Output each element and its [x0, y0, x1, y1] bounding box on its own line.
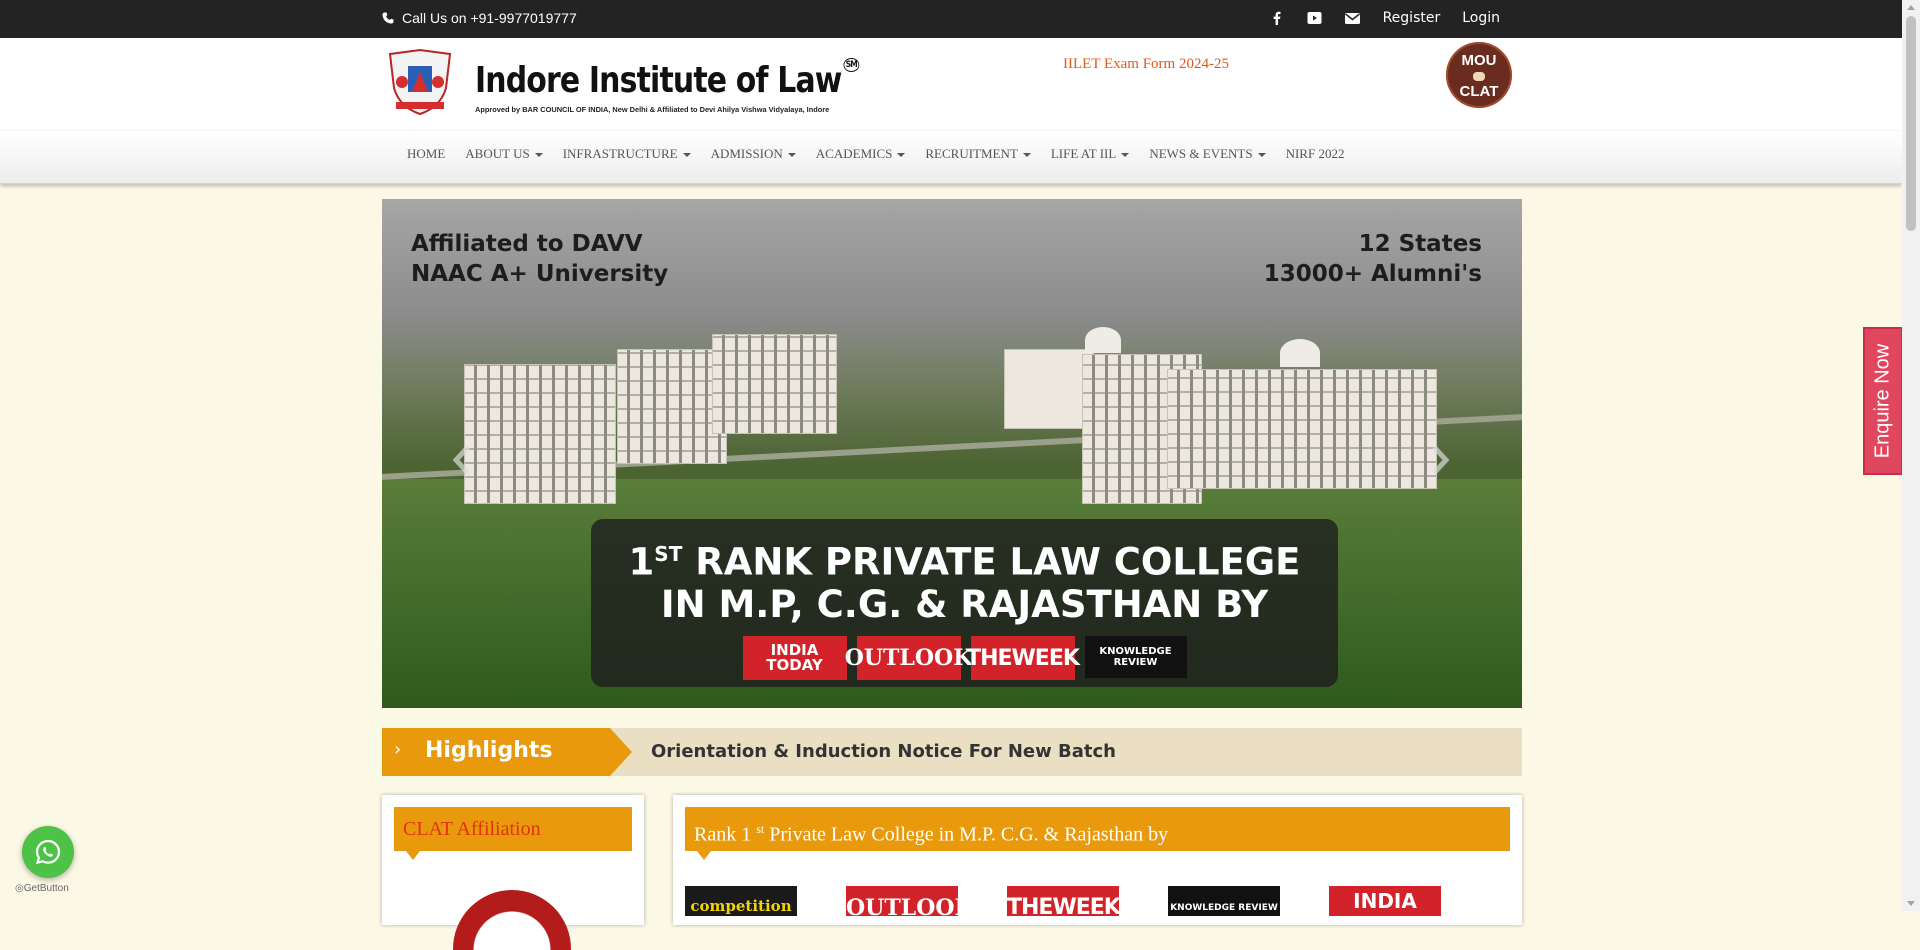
caret-down-icon — [1022, 153, 1031, 158]
exam-form-link[interactable]: IILET Exam Form 2024-25 — [1063, 56, 1229, 73]
envelope-icon[interactable] — [1345, 10, 1361, 26]
slider-prev-button[interactable] — [450, 444, 472, 485]
campus-building — [617, 349, 727, 464]
rank-panel: Rank 1 st Private Law College in M.P. C.… — [673, 795, 1522, 925]
rank-panel-title: Rank 1 st Private Law College in M.P. C.… — [685, 807, 1510, 860]
caret-down-icon — [1257, 153, 1266, 158]
top-bar: Call Us on +91-9977019777 Register Login — [0, 0, 1902, 38]
chevron-left-icon — [452, 445, 470, 475]
slider-next-button[interactable] — [1430, 444, 1452, 485]
nav-home[interactable]: HOME — [407, 146, 445, 162]
mou-clat-badge[interactable]: MOU CLAT — [1446, 42, 1512, 108]
institute-emblem-icon — [388, 48, 452, 116]
main-navigation: HOME ABOUT US INFRASTRUCTURE ADMISSION A… — [0, 131, 1902, 184]
slider-left-line1: Affiliated to DAVV — [411, 231, 643, 257]
register-link[interactable]: Register — [1383, 10, 1441, 26]
institute-subtitle: Approved by BAR COUNCIL OF INDIA, New De… — [475, 105, 830, 114]
hero-slider[interactable]: Affiliated to DAVV NAAC A+ University 12… — [382, 199, 1522, 708]
campus-dome — [1085, 327, 1121, 353]
phone-contact[interactable]: Call Us on +91-9977019777 — [382, 10, 577, 26]
caret-down-icon — [787, 153, 796, 158]
theweek-logo[interactable]: THEWEEK — [1007, 886, 1119, 916]
site-header: Indore Institute of Law SM Approved by BA… — [0, 38, 1902, 131]
slider-affiliation-text: Affiliated to DAVV NAAC A+ University — [411, 229, 668, 289]
slider-left-line2: NAAC A+ University — [411, 261, 669, 287]
login-link[interactable]: Login — [1462, 10, 1500, 26]
nav-infrastructure[interactable]: INFRASTRUCTURE — [563, 146, 691, 162]
site-logo[interactable]: Indore Institute of Law SM Approved by BA… — [382, 46, 860, 122]
campus-building — [464, 364, 616, 504]
india-today-logo[interactable]: INDIA TODAY — [1329, 886, 1441, 916]
highlights-notice-link[interactable]: Orientation & Induction Notice For New B… — [651, 741, 1116, 762]
highlights-tag: › Highlights — [382, 728, 632, 776]
knowledge-review-logo: KNOWLEDGE REVIEW — [1084, 636, 1187, 679]
nav-life-at-iil[interactable]: LIFE AT IIL — [1051, 146, 1130, 162]
youtube-icon[interactable] — [1307, 10, 1323, 26]
slider-right-line1: 12 States — [1358, 231, 1482, 257]
scrollbar-thumb[interactable] — [1906, 16, 1916, 231]
getbutton-logo-icon: ◎ — [15, 883, 24, 894]
nav-academics[interactable]: ACADEMICS — [816, 146, 906, 162]
caret-down-icon — [682, 153, 691, 158]
knowledge-review-logo[interactable]: KNOWLEDGE REVIEW — [1168, 886, 1280, 916]
slider-right-line2: 13000+ Alumni's — [1263, 261, 1482, 287]
campus-dome — [1280, 339, 1320, 367]
page-scrollbar[interactable] — [1902, 0, 1920, 911]
caret-down-icon — [1121, 153, 1130, 158]
nav-admission[interactable]: ADMISSION — [711, 146, 796, 162]
clat-affiliation-title: CLAT Affiliation — [394, 807, 632, 860]
caret-down-icon — [534, 153, 543, 158]
rank-banner-line2: IN M.P, C.G. & RAJASTHAN BY — [660, 583, 1269, 627]
chevron-right-icon — [1432, 445, 1450, 475]
handshake-icon — [1473, 72, 1485, 81]
clat-affiliation-panel: CLAT Affiliation — [382, 795, 644, 950]
publication-logos: INDIA TODAY OUTLOOK THEWEEK KNOWLEDGE REV… — [591, 636, 1338, 681]
scroll-down-arrow-icon[interactable] — [1907, 901, 1915, 906]
rank-banner: 1ST RANK PRIVATE LAW COLLEGE IN M.P, C.G… — [591, 519, 1338, 687]
logo-registered-mark: SM — [843, 58, 860, 72]
phone-icon — [382, 12, 394, 24]
campus-building — [1004, 349, 1094, 429]
chevron-right-icon: › — [394, 739, 402, 760]
slider-alumni-text: 12 States 13000+ Alumni's — [1264, 229, 1482, 289]
top-links: Register Login — [1269, 10, 1500, 26]
caret-down-icon — [897, 153, 906, 158]
highlights-label: Highlights — [425, 738, 553, 763]
india-today-logo: INDIA TODAY — [742, 636, 847, 681]
whatsapp-button[interactable] — [22, 826, 74, 878]
rank-banner-line1: 1ST RANK PRIVATE LAW COLLEGE — [628, 540, 1301, 584]
institute-name: Indore Institute of Law SM — [475, 58, 860, 101]
outlook-logo: OUTLOOK — [845, 636, 972, 681]
facebook-icon[interactable] — [1269, 10, 1285, 26]
rank-logos: competition OUTLOOK THEWEEK KNOWLEDGE RE… — [685, 886, 1441, 916]
mou-label: MOU — [1461, 52, 1497, 69]
enquire-now-label: Enquire Now — [1871, 343, 1894, 459]
clat-seal-image — [453, 890, 571, 950]
whatsapp-icon — [35, 839, 61, 865]
nav-nirf-2022[interactable]: NIRF 2022 — [1286, 146, 1345, 162]
getbutton-credit[interactable]: ◎GetButton — [15, 883, 69, 894]
campus-building — [1167, 369, 1437, 489]
outlook-logo[interactable]: OUTLOOK — [846, 886, 958, 916]
highlights-bar: › Highlights Orientation & Induction Not… — [382, 728, 1522, 776]
clat-label: CLAT — [1459, 83, 1499, 100]
nav-recruitment[interactable]: RECRUITMENT — [925, 146, 1031, 162]
competition-logo[interactable]: competition — [685, 886, 797, 916]
nav-news-events[interactable]: NEWS & EVENTS — [1149, 146, 1266, 162]
theweek-logo: THEWEEK — [966, 636, 1080, 681]
phone-text: Call Us on +91-9977019777 — [402, 10, 577, 26]
enquire-now-button[interactable]: Enquire Now — [1863, 327, 1903, 475]
scroll-up-arrow-icon[interactable] — [1907, 5, 1915, 10]
nav-about-us[interactable]: ABOUT US — [465, 146, 543, 162]
campus-building — [712, 334, 837, 434]
